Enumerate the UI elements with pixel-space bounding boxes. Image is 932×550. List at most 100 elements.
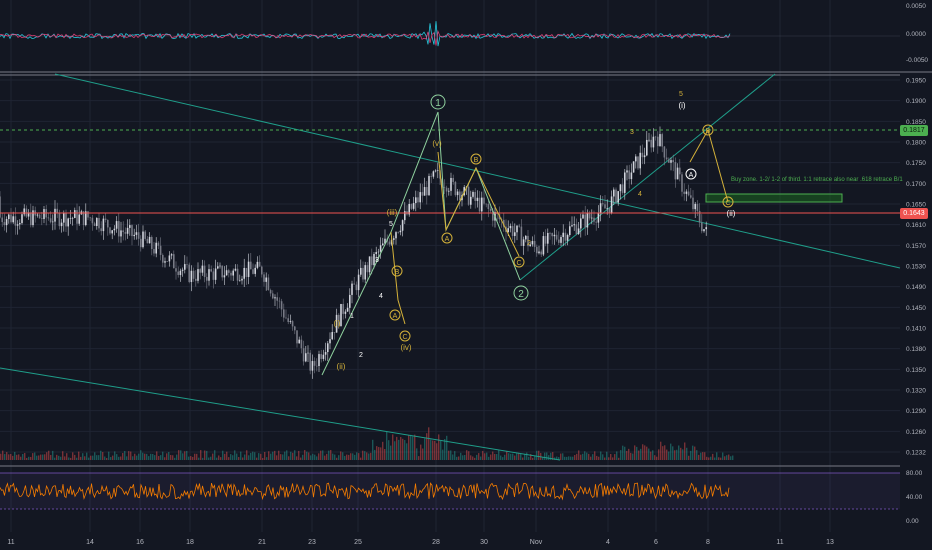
volume-bar — [108, 451, 110, 460]
volume-bar — [494, 453, 496, 460]
volume-bar — [14, 451, 16, 460]
volume-bar — [624, 446, 626, 460]
volume-bar — [38, 455, 40, 460]
candle-body — [1, 217, 3, 223]
candle-body — [283, 309, 285, 318]
candle-body — [613, 189, 615, 197]
volume-bar — [308, 452, 310, 460]
candle-body — [375, 252, 377, 254]
candle-body — [203, 265, 206, 277]
candle-body — [36, 214, 39, 216]
volume-bar — [572, 456, 574, 460]
wave-label-small-2: 2 — [527, 240, 531, 247]
volume-bar — [568, 456, 570, 460]
volume-bar — [274, 450, 276, 460]
volume-bar — [32, 453, 34, 460]
volume-bar — [20, 456, 22, 460]
volume-bar — [438, 434, 440, 460]
candle-body — [478, 197, 481, 212]
volume-bar — [444, 439, 446, 460]
candle-body — [632, 161, 635, 173]
candle-body — [366, 265, 369, 273]
wave-label-C3: C — [725, 200, 730, 207]
rsi-band-fill — [0, 473, 900, 509]
candle-body — [443, 186, 446, 188]
candle-body — [652, 136, 655, 148]
volume-bar — [656, 456, 658, 460]
volume-bar — [722, 452, 724, 460]
candle-body — [129, 225, 131, 228]
volume-bar — [318, 453, 320, 460]
volume-bar — [604, 457, 606, 460]
candle-body — [423, 187, 426, 196]
candle-body — [483, 197, 485, 204]
candle-body — [250, 261, 252, 270]
candle-body — [151, 236, 153, 250]
volume-bar — [514, 455, 516, 460]
volume-bar — [528, 456, 530, 460]
volume-bar — [434, 440, 436, 460]
volume-bar — [488, 456, 490, 460]
candle-body — [610, 196, 613, 213]
chart-canvas[interactable]: 1 2 (i) (ii) (iii) (iv) (v) A B C A B C … — [0, 0, 932, 550]
volume-bar — [420, 444, 422, 460]
volume-bar — [354, 454, 356, 460]
volume-bar — [200, 450, 202, 460]
volume-bar — [346, 454, 348, 460]
volume-bar — [40, 454, 42, 460]
candle-body — [115, 221, 118, 229]
volume-bar — [612, 457, 614, 460]
volume-bar — [34, 452, 36, 460]
candle-body — [234, 268, 237, 271]
candle-body — [49, 218, 52, 223]
volume-bar — [518, 452, 520, 460]
candle-body — [67, 218, 69, 227]
candle-body — [98, 217, 100, 229]
volume-bar — [248, 455, 250, 460]
volume-bar — [24, 452, 26, 460]
candle-body — [96, 217, 98, 226]
candle-body — [162, 254, 164, 263]
volume-bar — [562, 453, 564, 460]
volume-bar — [454, 451, 456, 460]
volume-bar — [716, 452, 718, 460]
volume-bar — [442, 449, 444, 460]
buy-zone-annotation: Buy zone. 1-2/ 1-2 of third. 1:1 retrace… — [731, 177, 903, 183]
volume-bar — [322, 450, 324, 460]
volume-bar — [254, 452, 256, 460]
candle-body — [126, 227, 129, 234]
volume-bar — [316, 456, 318, 460]
volume-bar — [2, 450, 4, 460]
volume-bar — [300, 457, 302, 460]
volume-bar — [216, 457, 218, 460]
candle-body — [489, 209, 492, 211]
volume-bar — [522, 457, 524, 460]
candle-body — [604, 204, 606, 209]
volume-bar — [586, 452, 588, 460]
wave-label-1: 1 — [435, 98, 441, 109]
candle-body — [111, 230, 113, 234]
volume-bar — [298, 450, 300, 460]
candle-body — [278, 300, 281, 302]
candle-body — [679, 167, 681, 175]
volume-bar — [486, 452, 488, 460]
candle-body — [626, 170, 628, 173]
volume-bar — [584, 451, 586, 460]
volume-bar — [86, 452, 88, 460]
volume-bar — [178, 450, 180, 460]
candle-body — [355, 284, 358, 291]
volume-bar — [662, 446, 664, 460]
volume-bar — [210, 456, 212, 460]
volume-bar — [676, 449, 678, 460]
candle-body — [349, 294, 351, 308]
candle-body — [564, 232, 567, 241]
candle-body — [307, 352, 309, 354]
wave-label-2: 2 — [518, 289, 524, 300]
volume-bar — [380, 447, 382, 460]
candle-body — [663, 146, 666, 158]
volume-bar — [154, 455, 156, 460]
candle-body — [261, 266, 263, 275]
candle-body — [10, 214, 12, 223]
candle-body — [591, 217, 593, 219]
candle-body — [430, 176, 432, 177]
